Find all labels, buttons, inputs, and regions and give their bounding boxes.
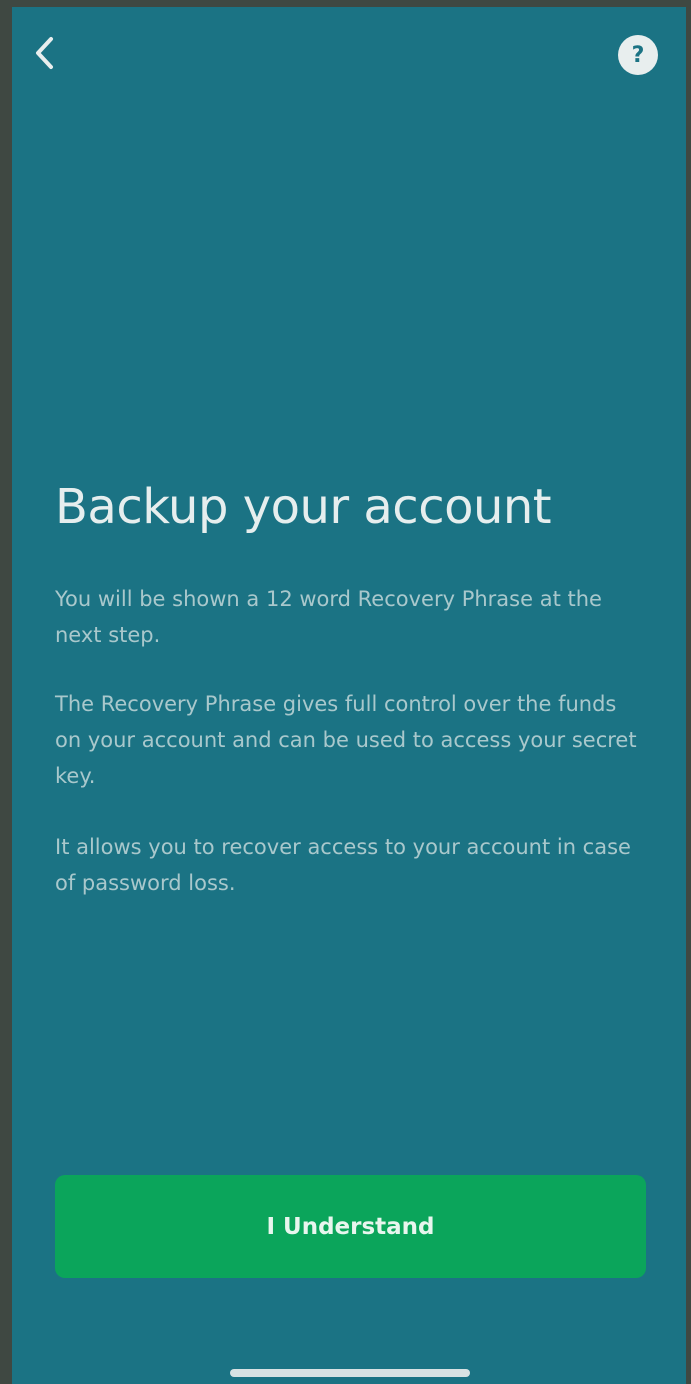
back-button[interactable]	[24, 33, 64, 73]
info-paragraph-full-control: The Recovery Phrase gives full control o…	[55, 692, 637, 788]
info-paragraph-recover-access: It allows you to recover access to your …	[55, 835, 631, 895]
help-button[interactable]: ?	[618, 35, 658, 75]
help-circle-icon: ?	[631, 42, 645, 68]
device-frame: ? Backup your account You will be shown …	[0, 0, 691, 1384]
home-indicator	[230, 1369, 470, 1377]
info-paragraph-recovery-phrase: You will be shown a 12 word Recovery Phr…	[55, 587, 602, 647]
i-understand-button[interactable]: I Understand	[55, 1175, 646, 1278]
chevron-left-icon	[36, 37, 53, 69]
page-title: Backup your account	[55, 479, 552, 535]
backup-account-screen: ? Backup your account You will be shown …	[12, 7, 686, 1384]
